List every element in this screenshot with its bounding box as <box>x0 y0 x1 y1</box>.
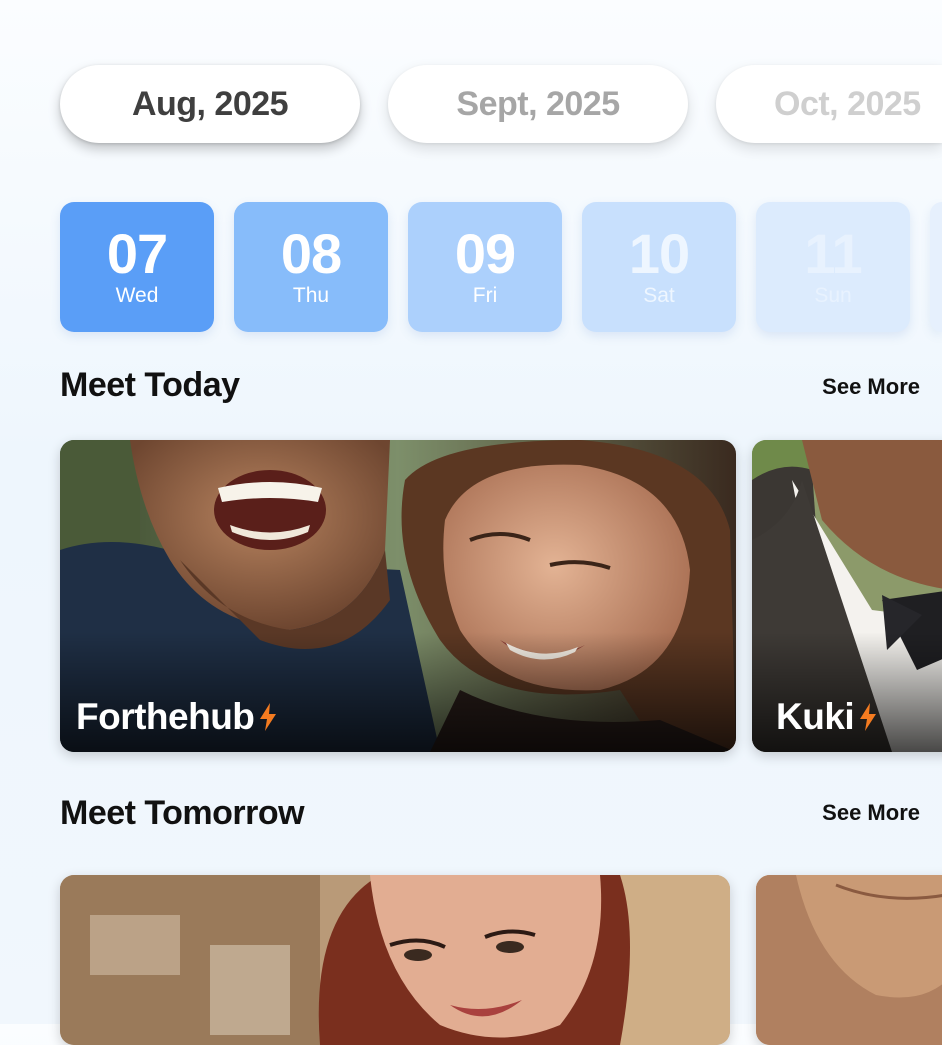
lightning-bolt-icon <box>860 703 877 731</box>
date-weekday: Thu <box>292 284 330 307</box>
month-label: Aug, 2025 <box>131 84 289 123</box>
date-number: 11 <box>804 222 862 285</box>
lightning-bolt-icon <box>260 703 277 731</box>
woman-photo <box>60 875 730 1045</box>
month-pill-sept[interactable]: Sept, 2025 <box>388 65 688 143</box>
date-tile-07[interactable]: 07 Wed <box>60 202 214 332</box>
profile-card-tomorrow-1[interactable] <box>60 875 730 1045</box>
month-label: Sept, 2025 <box>456 84 620 123</box>
month-pill-aug[interactable]: Aug, 2025 <box>60 65 360 143</box>
date-weekday: Wed <box>115 284 159 307</box>
date-tile-10[interactable]: 10 Sat <box>582 202 736 332</box>
profile-name: Forthehub <box>76 696 278 738</box>
profile-name-text: Kuki <box>776 696 855 737</box>
month-label: Oct, 2025 <box>774 84 921 123</box>
date-tile-08[interactable]: 08 Thu <box>234 202 388 332</box>
date-tile-11[interactable]: 11 Sun <box>756 202 910 332</box>
profile-name: Kuki <box>776 696 878 738</box>
see-more-tomorrow-link[interactable]: See More <box>822 800 920 826</box>
profile-card-forthehub[interactable]: Forthehub <box>60 440 736 752</box>
section-title-today: Meet Today <box>60 366 240 404</box>
date-number: 09 <box>454 222 516 285</box>
month-pill-oct[interactable]: Oct, 2025 <box>716 65 942 143</box>
date-weekday: Fri <box>472 284 498 307</box>
date-number: 10 <box>628 222 690 285</box>
profile-card-kuki[interactable]: Kuki <box>752 440 942 752</box>
see-more-today-link[interactable]: See More <box>822 374 920 400</box>
section-title-tomorrow: Meet Tomorrow <box>60 794 305 832</box>
date-tile-partial[interactable] <box>930 202 942 332</box>
date-weekday: Sat <box>643 284 675 307</box>
profile-card-tomorrow-2[interactable] <box>756 875 942 1045</box>
date-weekday: Sun <box>814 284 852 307</box>
profile-name-text: Forthehub <box>76 696 255 737</box>
date-number: 08 <box>280 222 342 285</box>
man-photo <box>756 875 942 1045</box>
date-number: 07 <box>106 222 168 285</box>
date-tile-09[interactable]: 09 Fri <box>408 202 562 332</box>
